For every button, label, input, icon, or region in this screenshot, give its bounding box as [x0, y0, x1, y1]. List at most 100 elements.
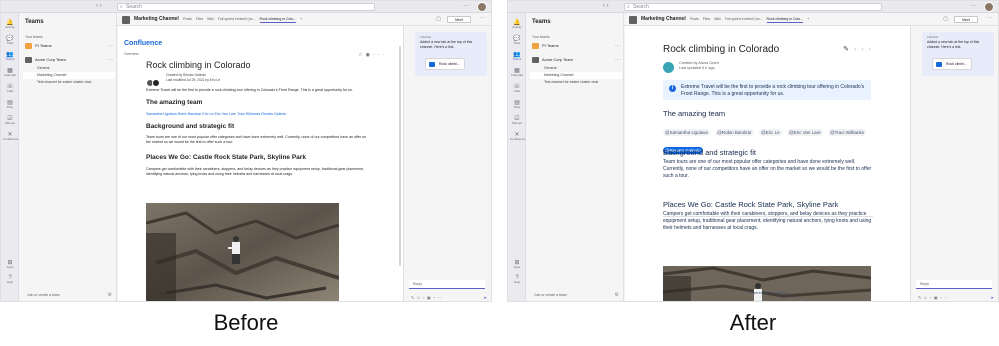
reply-input[interactable]: Reply: [916, 280, 992, 289]
files-icon[interactable]: ▤ Files: [510, 99, 524, 109]
channel-marketing[interactable]: Marketing Channel: [23, 72, 115, 79]
channel-marketing[interactable]: Marketing Channel: [530, 72, 622, 79]
heading-places: Places We Go: Castle Rock State Park, Sk…: [663, 200, 839, 209]
add-tab-icon[interactable]: +: [300, 17, 302, 21]
confluence-icon[interactable]: ✕ Confluence: [510, 131, 525, 141]
files-icon[interactable]: ▤ Files: [3, 99, 17, 109]
confluence-icon[interactable]: ✕ Confluence: [3, 131, 18, 141]
star-icon[interactable]: ☆: [358, 52, 365, 58]
planner-icon[interactable]: ☑ Planner: [3, 115, 17, 125]
team-item-pi[interactable]: PI Teams ···: [530, 41, 622, 51]
tab-posts[interactable]: Posts: [183, 17, 192, 21]
watch-icon[interactable]: ◉: [366, 52, 373, 58]
search-icon: ⌕: [120, 4, 123, 10]
mention-chip[interactable]: @Eric Le: [759, 129, 782, 136]
join-team-link[interactable]: Join or create a team: [534, 293, 567, 297]
more-icon[interactable]: ···: [987, 15, 992, 21]
tab-link-card[interactable]: Rock climbi...: [425, 58, 465, 70]
conversation-pane: I did this Added a new tab at the top of…: [912, 26, 998, 301]
tab-wiki[interactable]: Wiki: [714, 17, 721, 21]
more-icon[interactable]: ···: [108, 55, 113, 65]
more-icon[interactable]: ···: [615, 55, 620, 65]
tab-files[interactable]: Files: [196, 17, 203, 21]
tab-posts[interactable]: Posts: [690, 17, 699, 21]
reply-input[interactable]: Reply: [409, 280, 485, 289]
calls-icon[interactable]: ☏ Calls: [3, 83, 17, 93]
activity-icon[interactable]: 🔔 Activity: [510, 19, 524, 29]
edit-icon[interactable]: ✎: [843, 46, 854, 53]
tab-full-speed[interactable]: Full speed embed! (no...: [218, 17, 256, 21]
conversation-icon[interactable]: ▢: [943, 16, 948, 22]
more-icon[interactable]: ···: [970, 3, 976, 9]
join-team-link[interactable]: Join or create a team: [27, 293, 60, 297]
tab-files[interactable]: Files: [703, 17, 710, 21]
more-icon[interactable]: ···: [480, 15, 485, 21]
mention-chip[interactable]: @Samantha Ugulava: [663, 129, 710, 136]
search-input[interactable]: ⌕ Search: [624, 3, 882, 11]
team-item-pi[interactable]: PI Teams ···: [23, 41, 115, 51]
avatar: [663, 62, 674, 73]
more-icon[interactable]: ···: [615, 41, 620, 51]
team-icon: [532, 57, 539, 63]
help-icon[interactable]: ? Help: [510, 275, 524, 284]
tab-wiki[interactable]: Wiki: [207, 17, 214, 21]
tab-link-card[interactable]: Rock climbi...: [932, 58, 972, 70]
channel-general[interactable]: General: [23, 65, 115, 72]
more-icon[interactable]: ···: [373, 52, 387, 58]
chat-icon[interactable]: 💬 Chat: [3, 35, 17, 45]
channel-test[interactable]: Test channel for easier cluster chat: [530, 79, 622, 86]
heading-team: The amazing team: [663, 109, 726, 118]
tab-full-speed[interactable]: Full speed embed! (no...: [725, 17, 763, 21]
avatar[interactable]: [477, 2, 487, 12]
search-input[interactable]: ⌕ Search: [117, 3, 375, 11]
tab-rock-climbing[interactable]: Rock climbing in Colo...: [259, 17, 297, 23]
mention-chip[interactable]: @Traci Wilbanks: [828, 129, 866, 136]
before-screenshot: ‹ › ⌕ Search ··· 🔔 Activity 💬 Chat 👥 Teams ▦…: [0, 0, 492, 302]
team-members[interactable]: Samantha Ugulava Robin Bandzar Eric Le E…: [146, 112, 286, 116]
title-bar: ‹ › ⌕ Search ···: [1, 1, 491, 18]
channel-header: Marketing Channel Posts Files Wiki Full spe…: [624, 13, 998, 26]
meet-button[interactable]: Meet: [447, 16, 471, 23]
history-arrows[interactable]: ‹ ›: [603, 3, 609, 9]
page-actions: ☆◉···: [358, 52, 387, 58]
channel-tabs: Posts Files Wiki Full speed embed! (no... Ro…: [690, 17, 813, 23]
history-arrows[interactable]: ‹ ›: [96, 3, 102, 9]
caption-after: After: [729, 310, 777, 335]
more-icon[interactable]: ···: [108, 41, 113, 51]
mention-chip[interactable]: @Robin Bandzar: [715, 129, 754, 136]
conversation-icon[interactable]: ▢: [436, 16, 441, 22]
help-icon[interactable]: ? Help: [3, 275, 17, 284]
breadcrumb[interactable]: Overview: [124, 52, 139, 56]
teams-icon[interactable]: 👥 Teams: [3, 51, 17, 61]
heading-fit: Background and strategic fit: [146, 123, 235, 130]
channel-test[interactable]: Test channel for easier cluster chat: [23, 79, 115, 86]
calendar-icon[interactable]: ▦ Calendar: [510, 67, 524, 77]
tab-rock-climbing[interactable]: Rock climbing in Colo...: [766, 17, 804, 23]
planner-icon[interactable]: ☑ Planner: [510, 115, 524, 125]
more-icon[interactable]: ···: [463, 3, 469, 9]
compose-toolbar[interactable]: ✎☺⌁▣◔⋯: [411, 295, 443, 300]
chat-icon[interactable]: 💬 Chat: [510, 35, 524, 45]
confluence-logo: Confluence: [124, 40, 163, 47]
meet-button[interactable]: Meet: [954, 16, 978, 23]
activity-icon[interactable]: 🔔 Activity: [3, 19, 17, 29]
apps-icon[interactable]: ⊞ Apps: [3, 259, 17, 269]
mention-chip[interactable]: @Eric Van Lare: [787, 129, 823, 136]
avatar[interactable]: [984, 2, 994, 12]
send-icon[interactable]: ➤: [484, 295, 487, 300]
calls-icon[interactable]: ☏ Calls: [510, 83, 524, 93]
more-icon[interactable]: ···: [854, 46, 876, 53]
gear-icon[interactable]: ⚙: [108, 292, 112, 298]
apps-icon[interactable]: ⊞ Apps: [510, 259, 524, 269]
add-tab-icon[interactable]: +: [807, 17, 809, 21]
team-item-acme[interactable]: Acme Corp Team ···: [530, 55, 622, 65]
teams-icon[interactable]: 👥 Teams: [510, 51, 524, 61]
compose-toolbar[interactable]: ✎☺⌁▣◔⋯: [918, 295, 950, 300]
gear-icon[interactable]: ⚙: [615, 292, 619, 298]
channel-general[interactable]: General: [530, 65, 622, 72]
send-icon[interactable]: ➤: [991, 295, 994, 300]
scrollbar[interactable]: [399, 46, 401, 266]
team-item-acme[interactable]: Acme Corp Team ···: [23, 55, 115, 65]
info-icon: i: [669, 85, 676, 92]
calendar-icon[interactable]: ▦ Calendar: [3, 67, 17, 77]
